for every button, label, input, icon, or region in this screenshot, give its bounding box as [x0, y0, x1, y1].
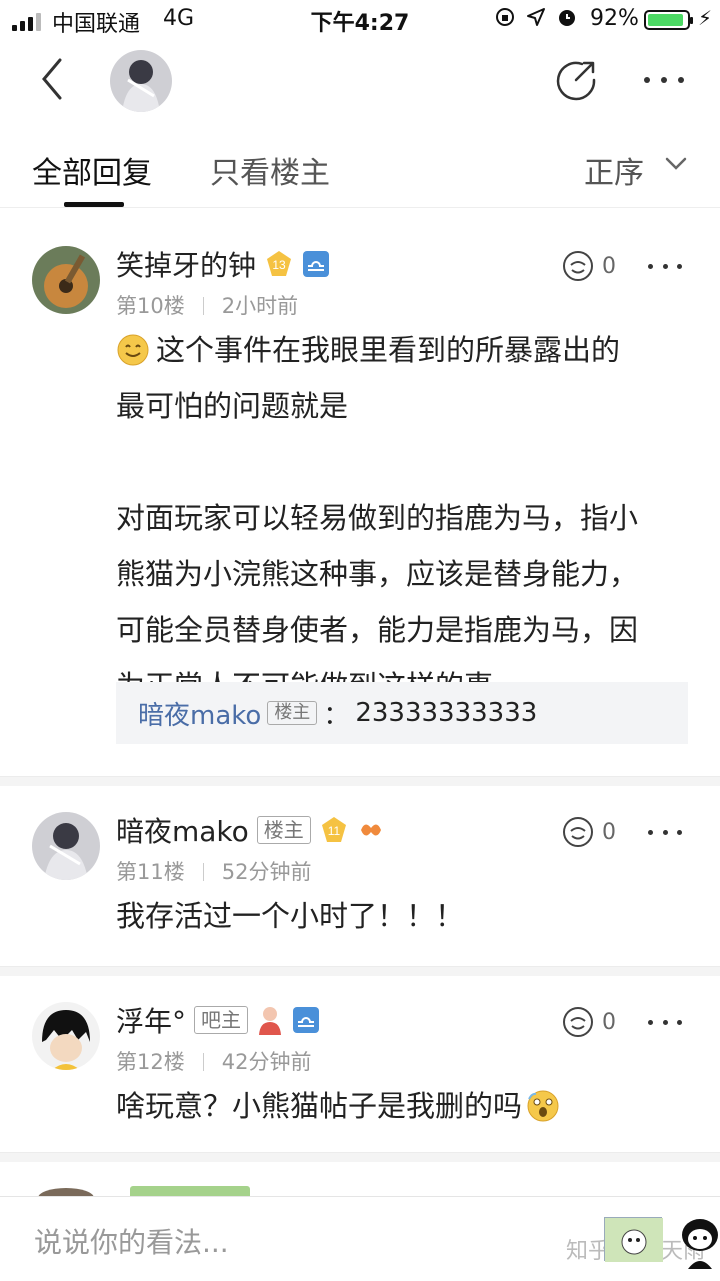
reply-post: 笑掉牙的钟 13 第10楼2小时前 0 这个事件在我眼里看到的所暴露出的 最可	[0, 208, 720, 778]
post-more-icon[interactable]	[648, 1016, 682, 1028]
back-arrow-icon[interactable]	[34, 54, 74, 104]
floor-number: 第11楼	[116, 860, 185, 884]
battery-percent: 92%	[590, 6, 639, 31]
post-divider	[0, 776, 720, 786]
content-line: 熊猫为小浣熊这种事，应该是替身能力，	[116, 557, 639, 591]
content-line: 最可怕的问题就是	[116, 389, 349, 423]
thumbs-up-icon	[563, 251, 593, 281]
username[interactable]: 暗夜mako	[116, 810, 249, 850]
post-meta: 第10楼 2小时前	[116, 290, 298, 320]
content-line: 我存活过一个小时了！！！	[116, 899, 465, 933]
like-count: 0	[602, 1009, 616, 1035]
like-count: 0	[602, 253, 616, 279]
content-line: 对面玩家可以轻易做到的指鹿为马，指小	[116, 501, 639, 535]
content-line: 啥玩意？小熊猫帖子是我删的吗	[116, 1078, 686, 1134]
tab-owner-only[interactable]: 只看楼主	[210, 148, 330, 192]
next-post-peek	[0, 1162, 720, 1196]
thumbs-up-icon	[563, 1007, 593, 1037]
post-divider	[0, 1152, 720, 1162]
username[interactable]: 笑掉牙的钟	[116, 244, 256, 284]
nested-reply[interactable]: 暗夜mako 楼主 ： 23333333333	[116, 682, 688, 744]
post-content: 我存活过一个小时了！！！	[116, 888, 686, 944]
floor-number: 第10楼	[116, 294, 185, 318]
share-icon[interactable]	[554, 58, 598, 102]
avatar[interactable]	[32, 246, 100, 314]
avatar[interactable]	[32, 1002, 100, 1070]
content-line: 这个事件在我眼里看到的所暴露出的	[116, 322, 686, 378]
svg-text:13: 13	[272, 258, 286, 272]
like-button[interactable]: 0	[560, 814, 620, 850]
content-line: 可能全员替身使者，能力是指鹿为马，因	[116, 613, 639, 647]
user-role-icon	[259, 1007, 282, 1035]
thumbs-up-icon	[563, 817, 593, 847]
comment-input[interactable]: 说说你的看法...	[34, 1221, 229, 1261]
username-row: 暗夜mako 楼主 11	[116, 810, 385, 850]
nav-bar	[0, 40, 720, 124]
owner-badge: 楼主	[267, 701, 318, 725]
chevron-down-icon[interactable]	[664, 154, 688, 174]
libra-zodiac-icon	[293, 1007, 320, 1033]
libra-zodiac-icon	[303, 251, 330, 277]
location-arrow-icon	[527, 8, 545, 26]
status-icons	[494, 6, 578, 28]
username-row: 浮年° 吧主	[116, 1000, 320, 1040]
post-time: 52分钟前	[221, 860, 312, 884]
content-line	[116, 434, 686, 490]
reply-tabs: 全部回复 只看楼主 正序	[0, 124, 720, 208]
post-meta: 第11楼 52分钟前	[116, 856, 311, 886]
tab-all-replies[interactable]: 全部回复	[32, 148, 152, 192]
avatar[interactable]	[32, 812, 100, 880]
shocked-emoji-icon	[527, 1090, 559, 1122]
svg-text:11: 11	[328, 824, 341, 838]
sort-order-button[interactable]: 正序	[584, 148, 644, 192]
username[interactable]: 浮年°	[116, 1000, 186, 1040]
active-tab-indicator	[64, 202, 124, 207]
rotation-lock-icon	[496, 8, 514, 26]
status-bar: 中国联通 4G 下午4:27 92% ⚡	[0, 0, 720, 40]
battery-icon	[644, 10, 693, 30]
admin-badge: 吧主	[194, 1006, 249, 1034]
like-button[interactable]: 0	[560, 248, 620, 284]
level-badge-icon: 13	[267, 251, 292, 276]
username-row: 笑掉牙的钟 13	[116, 244, 330, 284]
reply-text: 23333333333	[355, 698, 538, 728]
reply-post: 暗夜mako 楼主 11 第11楼 52分钟前 0 我存活过一个小时了！！！	[0, 786, 720, 966]
post-more-icon[interactable]	[648, 260, 682, 272]
like-count: 0	[602, 819, 616, 845]
charging-bolt-icon: ⚡	[698, 6, 713, 30]
level-badge-icon: 11	[321, 817, 346, 842]
reply-separator: ：	[323, 700, 350, 731]
more-options-icon[interactable]	[644, 68, 684, 92]
post-time: 2小时前	[221, 294, 299, 318]
post-content: 啥玩意？小熊猫帖子是我删的吗	[116, 1078, 686, 1134]
post-meta: 第12楼 42分钟前	[116, 1046, 311, 1076]
like-button[interactable]: 0	[560, 1004, 620, 1040]
comment-input-bar: 说说你的看法... 知乎 @月天雨	[0, 1196, 720, 1281]
reply-post: 浮年° 吧主 第12楼 42分钟前 0 啥玩意？小熊猫帖子是我删的吗	[0, 976, 720, 1156]
post-divider	[0, 966, 720, 976]
floor-number: 第12楼	[116, 1050, 185, 1074]
owner-badge: 楼主	[256, 816, 311, 844]
sticker-thumbnail[interactable]	[604, 1217, 663, 1262]
cancer-zodiac-icon	[360, 824, 381, 836]
thread-owner-avatar[interactable]	[110, 50, 172, 112]
post-more-icon[interactable]	[648, 826, 682, 838]
alarm-icon	[559, 10, 575, 26]
mascot-icon	[680, 1213, 720, 1269]
reply-author[interactable]: 暗夜mako	[138, 695, 261, 732]
post-content: 这个事件在我眼里看到的所暴露出的 最可怕的问题就是 对面玩家可以轻易做到的指鹿为…	[116, 322, 686, 714]
post-time: 42分钟前	[221, 1050, 312, 1074]
smiley-emoji-icon	[117, 334, 149, 366]
